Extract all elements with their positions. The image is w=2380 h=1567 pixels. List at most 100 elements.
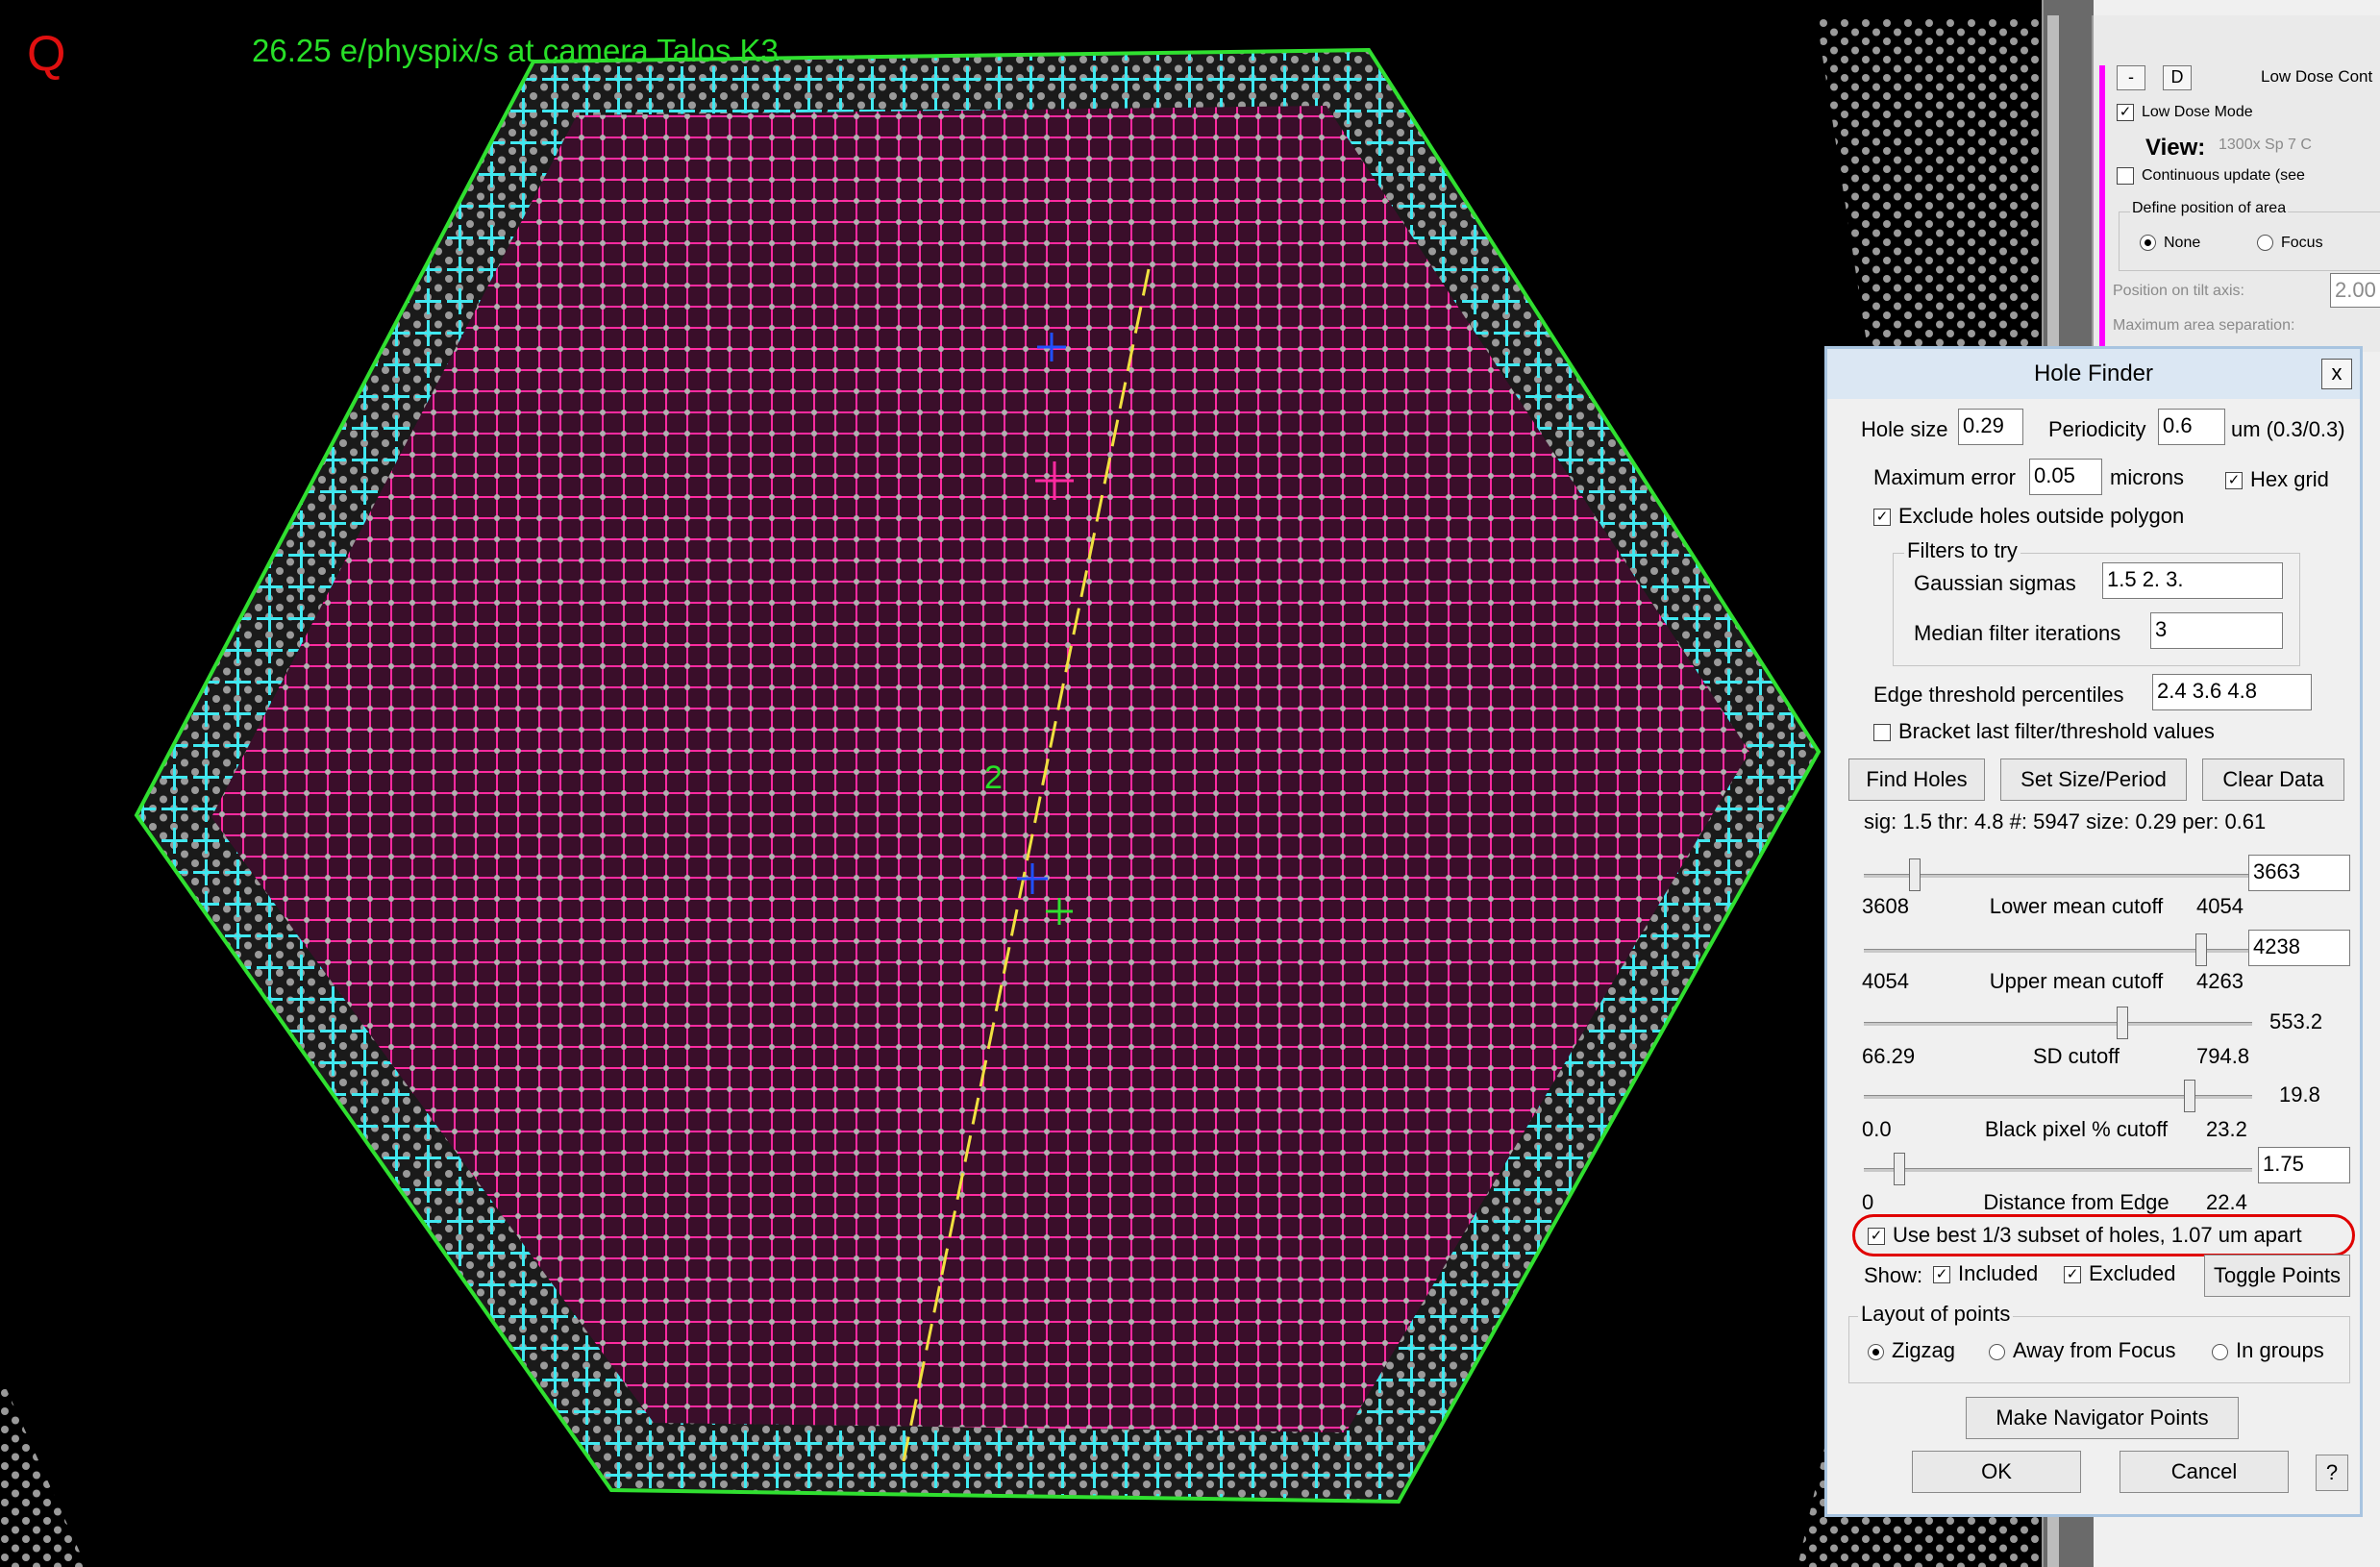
check-icon: ✓: [1933, 1266, 1950, 1284]
radio-icon: [2257, 235, 2273, 252]
zigzag-radio[interactable]: Zigzag: [1868, 1337, 1955, 1364]
max-error-input[interactable]: 0.05: [2029, 459, 2102, 495]
find-holes-button[interactable]: Find Holes: [1848, 759, 1985, 801]
hole-size-input[interactable]: 0.29: [1958, 409, 2023, 445]
radio-icon: [1868, 1343, 1884, 1360]
corner-dots-bl: [0, 1375, 87, 1567]
lower-mean-max: 4054: [2196, 894, 2244, 918]
distance-edge-track: [1864, 1168, 2252, 1172]
upper-mean-track: [1864, 949, 2252, 953]
lower-mean-track: [1864, 874, 2252, 878]
black-pixel-value: 19.8: [2279, 1082, 2320, 1107]
in-groups-radio[interactable]: In groups: [2212, 1337, 2324, 1364]
d-button[interactable]: D: [2163, 65, 2192, 90]
position-tilt-label: Position on tilt axis:: [2113, 283, 2244, 299]
gaussian-label: Gaussian sigmas: [1914, 571, 2076, 595]
set-size-period-button[interactable]: Set Size/Period: [2000, 759, 2187, 801]
focus-radio[interactable]: Focus: [2257, 235, 2323, 252]
black-pixel-label: Black pixel % cutoff: [1984, 1117, 2169, 1141]
lower-mean-min: 3608: [1862, 894, 1909, 918]
collapse-button[interactable]: -: [2117, 65, 2145, 90]
low-dose-mode-checkbox[interactable]: ✓ Low Dose Mode: [2117, 104, 2253, 121]
microns-label: microns: [2110, 465, 2185, 489]
sd-track: [1864, 1022, 2252, 1026]
black-pixel-slider[interactable]: [2184, 1080, 2196, 1112]
bracket-checkbox[interactable]: Bracket last filter/threshold values: [1873, 718, 2215, 745]
sd-min: 66.29: [1862, 1044, 1916, 1068]
gaussian-input[interactable]: 1.5 2. 3.: [2102, 562, 2283, 599]
away-from-focus-radio[interactable]: Away from Focus: [1989, 1337, 2176, 1364]
close-icon[interactable]: x: [2321, 359, 2352, 389]
none-radio[interactable]: None: [2140, 235, 2200, 252]
define-position-label: Define position of area: [2130, 200, 2289, 217]
hole-size-label: Hole size: [1861, 417, 1948, 441]
sd-label: SD cutoff: [2032, 1044, 2120, 1068]
upper-mean-min: 4054: [1862, 969, 1909, 993]
dose-rate-text: 26.25 e/physpix/s at camera Talos K3: [252, 33, 779, 68]
zigzag-label: Zigzag: [1892, 1338, 1956, 1362]
show-label: Show:: [1864, 1263, 1923, 1287]
median-label: Median filter iterations: [1914, 621, 2121, 645]
lower-mean-slider[interactable]: [1909, 858, 1921, 891]
hex-grid-label: Hex grid: [2250, 467, 2329, 491]
distance-edge-max: 22.4: [2206, 1190, 2247, 1214]
included-label: Included: [1958, 1261, 2039, 1285]
hole-finder-dialog: Hole Finder x Hole size 0.29 Periodicity…: [1824, 346, 2363, 1517]
upper-mean-slider[interactable]: [2194, 933, 2207, 966]
ok-button[interactable]: OK: [1912, 1451, 2081, 1493]
grid-image[interactable]: [0, 0, 2042, 1567]
continuous-update-checkbox[interactable]: Continuous update (see: [2117, 167, 2305, 185]
check-icon: ✓: [2117, 104, 2134, 121]
upper-mean-input[interactable]: 4238: [2248, 930, 2350, 966]
exclude-outside-label: Exclude holes outside polygon: [1898, 504, 2185, 528]
um-label: um (0.3/0.3): [2231, 417, 2345, 441]
distance-edge-slider[interactable]: [1894, 1153, 1906, 1185]
use-best-subset-checkbox[interactable]: ✓ Use best 1/3 subset of holes, 1.07 um a…: [1868, 1222, 2302, 1249]
continuous-update-label: Continuous update (see: [2142, 167, 2305, 185]
distance-edge-input[interactable]: 1.75: [2258, 1147, 2350, 1183]
filters-group-label: Filters to try: [1904, 537, 2021, 564]
clear-data-button[interactable]: Clear Data: [2202, 759, 2344, 801]
sd-max: 794.8: [2196, 1044, 2250, 1068]
excluded-label: Excluded: [2089, 1261, 2176, 1285]
view-label: View:: [2145, 135, 2206, 161]
make-navigator-points-button[interactable]: Make Navigator Points: [1966, 1397, 2239, 1439]
radio-icon: [1989, 1343, 2005, 1360]
periodicity-input[interactable]: 0.6: [2158, 409, 2225, 445]
help-button[interactable]: ?: [2316, 1455, 2348, 1491]
lower-mean-input[interactable]: 3663: [2248, 855, 2350, 891]
focus-label: Focus: [2281, 235, 2323, 251]
cancel-button[interactable]: Cancel: [2120, 1451, 2289, 1493]
check-icon: ✓: [1868, 1228, 1885, 1246]
use-best-subset-label: Use best 1/3 subset of holes, 1.07 um ap…: [1893, 1223, 2302, 1247]
show-included-checkbox[interactable]: ✓ Included: [1933, 1260, 2038, 1287]
low-dose-title: Low Dose Cont: [2261, 67, 2373, 86]
position-tilt-input[interactable]: 2.00: [2330, 273, 2380, 308]
bracket-label: Bracket last filter/threshold values: [1898, 719, 2215, 743]
hex-grid-checkbox[interactable]: ✓ Hex grid: [2225, 466, 2329, 493]
sd-slider[interactable]: [2116, 1007, 2128, 1039]
low-dose-mode-label: Low Dose Mode: [2142, 104, 2253, 121]
view-values: 1300x Sp 7 C: [2219, 137, 2312, 153]
check-icon: ✓: [2225, 472, 2243, 490]
checkbox-icon: [2117, 167, 2134, 185]
image-viewer[interactable]: Q 26.25 e/physpix/s at camera Talos K3 2: [0, 0, 2042, 1567]
lower-mean-label: Lower mean cutoff: [1989, 894, 2164, 918]
toggle-points-button[interactable]: Toggle Points: [2204, 1255, 2350, 1297]
q-marker: Q: [27, 26, 66, 82]
periodicity-label: Periodicity: [2048, 417, 2146, 441]
median-input[interactable]: 3: [2150, 612, 2283, 649]
max-error-label: Maximum error: [1873, 465, 2016, 489]
radio-icon: [2212, 1343, 2228, 1360]
distance-edge-min: 0: [1862, 1190, 1874, 1214]
edge-threshold-input[interactable]: 2.4 3.6 4.8: [2152, 674, 2312, 710]
show-excluded-checkbox[interactable]: ✓ Excluded: [2064, 1260, 2176, 1287]
in-groups-label: In groups: [2236, 1338, 2324, 1362]
upper-mean-max: 4263: [2196, 969, 2244, 993]
max-separation-label: Maximum area separation:: [2113, 317, 2295, 334]
away-from-focus-label: Away from Focus: [2013, 1338, 2176, 1362]
check-icon: ✓: [1873, 509, 1891, 527]
panel-color-bar: [2099, 65, 2105, 354]
exclude-outside-checkbox[interactable]: ✓ Exclude holes outside polygon: [1873, 503, 2184, 530]
upper-mean-label: Upper mean cutoff: [1989, 969, 2164, 993]
